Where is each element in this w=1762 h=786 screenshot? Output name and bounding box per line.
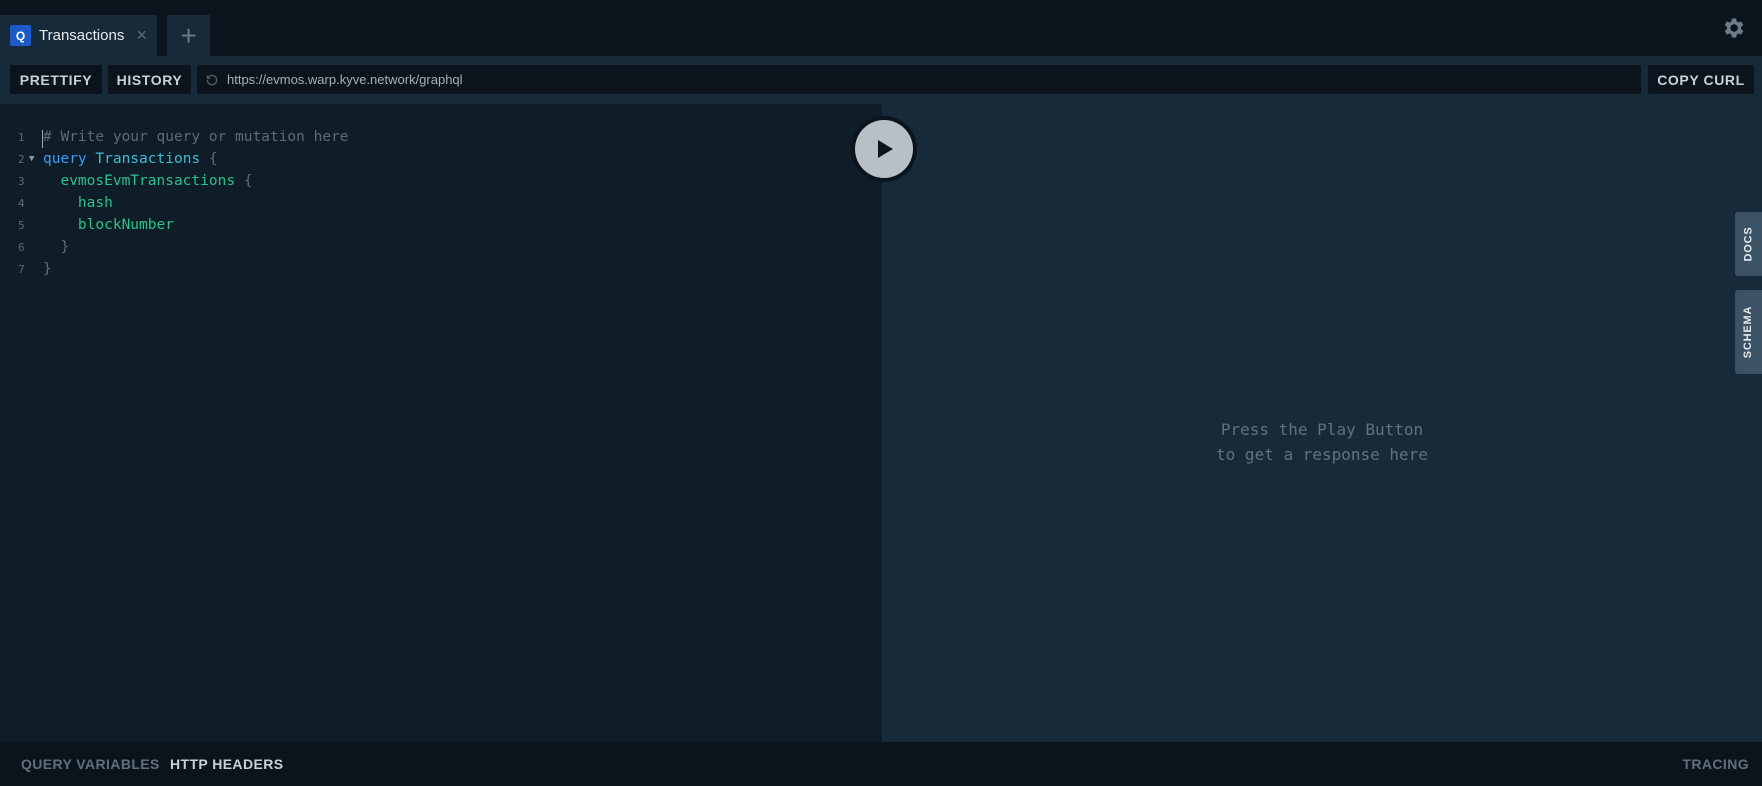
code-brace: {: [243, 173, 253, 189]
history-button[interactable]: HISTORY: [108, 65, 191, 94]
new-tab-button[interactable]: +: [167, 15, 210, 56]
code-brace: }: [43, 261, 52, 277]
code-field: hash: [77, 195, 113, 211]
code-operation-name: Transactions: [95, 151, 201, 167]
editor-line: 4 hash: [0, 194, 882, 216]
empty-result-hint: Press the Play Button to get a response …: [882, 417, 1762, 467]
query-badge: Q: [10, 25, 31, 46]
line-number: 6: [18, 241, 25, 254]
code-field: evmosEvmTransactions: [60, 173, 236, 189]
code-text: evmosEvmTransactions {: [43, 173, 253, 189]
code-brace: {: [208, 151, 218, 167]
code-text: }: [43, 239, 69, 255]
run-query-button[interactable]: [851, 116, 917, 182]
code-text: blockNumber: [43, 217, 174, 233]
http-headers-tab[interactable]: HTTP HEADERS: [170, 756, 283, 772]
docs-tab-label: DOCS: [1742, 226, 1755, 262]
editor-line: 7 }: [0, 260, 882, 282]
prettify-button[interactable]: PRETTIFY: [10, 65, 102, 94]
schema-tab-label: SCHEMA: [1742, 305, 1755, 359]
bottom-bar: QUERY VARIABLES HTTP HEADERS TRACING: [0, 742, 1762, 786]
hint-line: to get a response here: [1216, 445, 1428, 464]
editor-line: 1 # Write your query or mutation here: [0, 128, 882, 150]
toolbar: PRETTIFY HISTORY https://evmos.warp.kyve…: [0, 56, 1762, 104]
editor-line: 2 ▼ query Transactions {: [0, 150, 882, 172]
code-comment: # Write your query or mutation here: [43, 129, 349, 145]
query-editor[interactable]: 1 # Write your query or mutation here 2 …: [0, 104, 882, 742]
endpoint-url: https://evmos.warp.kyve.network/graphql: [227, 72, 463, 87]
reload-icon[interactable]: [205, 73, 219, 87]
editor-line: 3 evmosEvmTransactions {: [0, 172, 882, 194]
code-keyword: query: [43, 151, 87, 167]
schema-tab[interactable]: SCHEMA: [1735, 290, 1762, 374]
play-button-face[interactable]: [855, 120, 913, 178]
code-brace: }: [60, 239, 70, 255]
line-number: 7: [18, 263, 25, 276]
close-icon[interactable]: ×: [136, 25, 147, 46]
copy-curl-button[interactable]: COPY CURL: [1648, 65, 1754, 94]
tracing-tab[interactable]: TRACING: [1682, 756, 1749, 772]
line-number: 5: [18, 219, 25, 232]
tab-transactions[interactable]: Q Transactions ×: [0, 15, 157, 56]
code-text: }: [43, 261, 52, 277]
line-number: 4: [18, 197, 25, 210]
line-number: 1: [18, 131, 25, 144]
code-field: blockNumber: [77, 217, 174, 233]
code-text: hash: [43, 195, 113, 211]
endpoint-input[interactable]: https://evmos.warp.kyve.network/graphql: [197, 65, 1641, 94]
result-pane: Press the Play Button to get a response …: [882, 104, 1762, 742]
query-variables-tab[interactable]: QUERY VARIABLES: [21, 756, 160, 772]
code-text: query Transactions {: [43, 151, 218, 167]
editor-line: 6 }: [0, 238, 882, 260]
tab-bar: Q Transactions × +: [0, 0, 1762, 56]
fold-arrow-icon[interactable]: ▼: [29, 154, 34, 164]
line-number: 3: [18, 175, 25, 188]
hint-line: Press the Play Button: [1220, 420, 1424, 439]
play-icon: [878, 140, 893, 158]
tab-label: Transactions: [39, 27, 125, 44]
docs-tab[interactable]: DOCS: [1735, 212, 1762, 276]
gear-icon[interactable]: [1720, 15, 1746, 41]
editor-line: 5 blockNumber: [0, 216, 882, 238]
